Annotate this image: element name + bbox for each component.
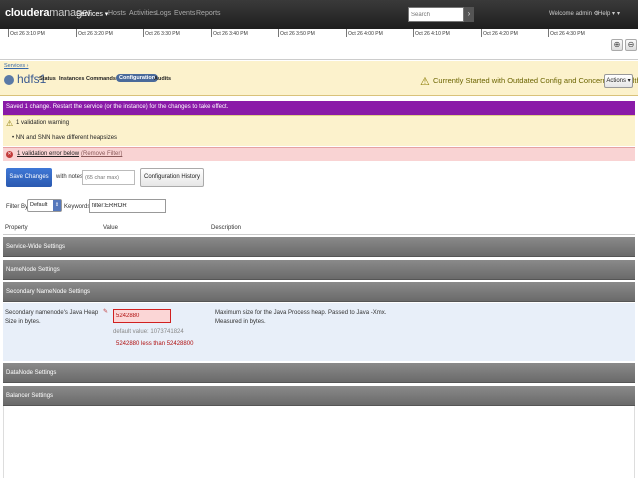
help-menu[interactable]: Help ▾ xyxy=(598,10,615,17)
with-notes-label: with notes xyxy=(56,174,84,180)
nav-hosts[interactable]: Hosts xyxy=(108,10,126,17)
breadcrumb-services: Services xyxy=(4,63,26,69)
actions-label: Actions xyxy=(606,78,626,84)
tab-status[interactable]: Status xyxy=(39,76,56,82)
timeline-tick xyxy=(548,29,549,37)
service-status-icon xyxy=(4,75,14,85)
filter-select[interactable]: Default ⇕ xyxy=(27,199,62,212)
chevron-down-icon: ▾ xyxy=(617,11,621,17)
save-changes-button[interactable]: Save Changes xyxy=(6,168,52,187)
configuration-history-button[interactable]: Configuration History xyxy=(140,168,204,187)
magnifier-minus-icon: ⊖ xyxy=(627,40,635,49)
keywords-input[interactable] xyxy=(89,199,166,213)
group-datanode-settings[interactable]: DataNode Settings xyxy=(3,363,635,383)
validation-error-box: ✕ 1 validation error below (Remove Filte… xyxy=(3,147,635,161)
group-secondary-namenode-settings[interactable]: Secondary NameNode Settings xyxy=(3,282,635,302)
welcome-label: Welcome admin xyxy=(549,11,592,17)
warning-triangle-icon: ⚠ xyxy=(420,76,430,88)
timeline-tick xyxy=(143,29,144,37)
table-header: Property Value Description xyxy=(3,222,635,235)
filter-by-label: Filter By xyxy=(6,204,29,210)
nav-logs[interactable]: Logs xyxy=(156,10,171,17)
column-description: Description xyxy=(211,225,242,231)
timeline-label: Oct 26 3:50 PM xyxy=(280,31,315,37)
warning-triangle-icon: ⚠ xyxy=(6,119,14,128)
tab-commands[interactable]: Commands xyxy=(86,76,116,82)
warning-item-text: NN and SNN have different heapsizes xyxy=(15,135,118,141)
filter-select-value: Default xyxy=(30,202,48,208)
zoom-out-button[interactable]: ⊖ xyxy=(625,39,637,51)
default-value: default value: 1073741824 xyxy=(113,329,184,335)
timeline-label: Oct 26 4:30 PM xyxy=(550,31,585,37)
property-description: Maximum size for the Java Process heap. … xyxy=(215,310,387,325)
tab-instances[interactable]: Instances xyxy=(59,76,84,82)
nav-reports[interactable]: Reports xyxy=(196,10,221,17)
timeline-tick xyxy=(413,29,414,37)
timeline-label: Oct 26 3:10 PM xyxy=(10,31,45,37)
actions-button[interactable]: Actions ▾ xyxy=(604,74,633,88)
logo-brand: cloudera xyxy=(5,7,50,19)
keywords-label: Keywords xyxy=(64,204,91,210)
column-value: Value xyxy=(103,225,118,231)
validation-warning-box: ⚠ 1 validation warning • NN and SNN have… xyxy=(3,115,635,146)
timeline[interactable]: Oct 26 3:10 PM Oct 26 3:20 PM Oct 26 3:30 … xyxy=(0,29,638,60)
timeline-tick xyxy=(481,29,482,37)
timeline-tick xyxy=(8,29,9,37)
edit-marker-icon[interactable]: ✎ xyxy=(103,308,108,315)
validation-error-message: 5242880 less than 52428800 xyxy=(116,341,194,347)
group-namenode-settings[interactable]: NameNode Settings xyxy=(3,260,635,280)
service-header: Services › hdfs1 Status Instances Comman… xyxy=(0,61,638,96)
nav-activities[interactable]: Activities xyxy=(129,10,157,17)
timeline-label: Oct 26 3:20 PM xyxy=(78,31,113,37)
nav-events[interactable]: Events xyxy=(174,10,195,17)
nav-services[interactable]: Services ▾ xyxy=(76,10,108,18)
group-balancer-settings[interactable]: Balancer Settings xyxy=(3,386,635,406)
user-menu[interactable]: Welcome admin ⚙ xyxy=(549,10,599,17)
timeline-tick xyxy=(346,29,347,37)
top-navigation-bar: clouderamanager Services ▾ Hosts Activit… xyxy=(0,0,638,29)
timeline-tick xyxy=(76,29,77,37)
tab-configuration[interactable]: Configuration xyxy=(116,74,159,82)
notes-input[interactable] xyxy=(82,170,135,185)
search-input[interactable] xyxy=(408,7,464,22)
timeline-label: Oct 26 4:10 PM xyxy=(415,31,450,37)
timeline-label: Oct 26 3:40 PM xyxy=(213,31,248,37)
magnifier-plus-icon: ⊕ xyxy=(613,40,621,49)
error-link[interactable]: 1 validation error below xyxy=(17,151,79,157)
warning-title: 1 validation warning xyxy=(16,120,70,126)
zoom-in-button[interactable]: ⊕ xyxy=(611,39,623,51)
nav-services-label: Services xyxy=(76,11,103,18)
timeline-tick xyxy=(278,29,279,37)
chevron-updown-icon: ⇕ xyxy=(53,200,61,211)
property-name: Secondary namenode's Java Heap Size in b… xyxy=(5,310,99,325)
chevron-down-icon: ▾ xyxy=(612,11,616,17)
heap-size-input[interactable] xyxy=(113,309,171,323)
error-circle-icon: ✕ xyxy=(6,151,13,158)
search-button[interactable]: › xyxy=(464,7,474,22)
chevron-right-icon: › xyxy=(467,9,471,18)
more-menu[interactable]: ▾ xyxy=(617,10,620,17)
chevron-down-icon: ▾ xyxy=(627,78,631,84)
help-label: Help xyxy=(598,11,611,17)
column-property: Property xyxy=(5,225,28,231)
breadcrumb[interactable]: Services › xyxy=(4,63,28,69)
remove-filter-link[interactable]: (Remove Filter) xyxy=(81,151,122,157)
restart-notice: Saved 1 change. Restart the service (or … xyxy=(3,101,635,115)
warning-item: • NN and SNN have different heapsizes xyxy=(12,135,118,141)
timeline-label: Oct 26 4:20 PM xyxy=(483,31,518,37)
timeline-tick xyxy=(211,29,212,37)
table-empty-area xyxy=(3,406,635,478)
timeline-label: Oct 26 4:00 PM xyxy=(348,31,383,37)
group-service-wide-settings[interactable]: Service-Wide Settings xyxy=(3,237,635,257)
table-row: Secondary namenode's Java Heap Size in b… xyxy=(3,303,635,361)
timeline-label: Oct 26 3:30 PM xyxy=(145,31,180,37)
tab-audits[interactable]: Audits xyxy=(154,76,171,82)
